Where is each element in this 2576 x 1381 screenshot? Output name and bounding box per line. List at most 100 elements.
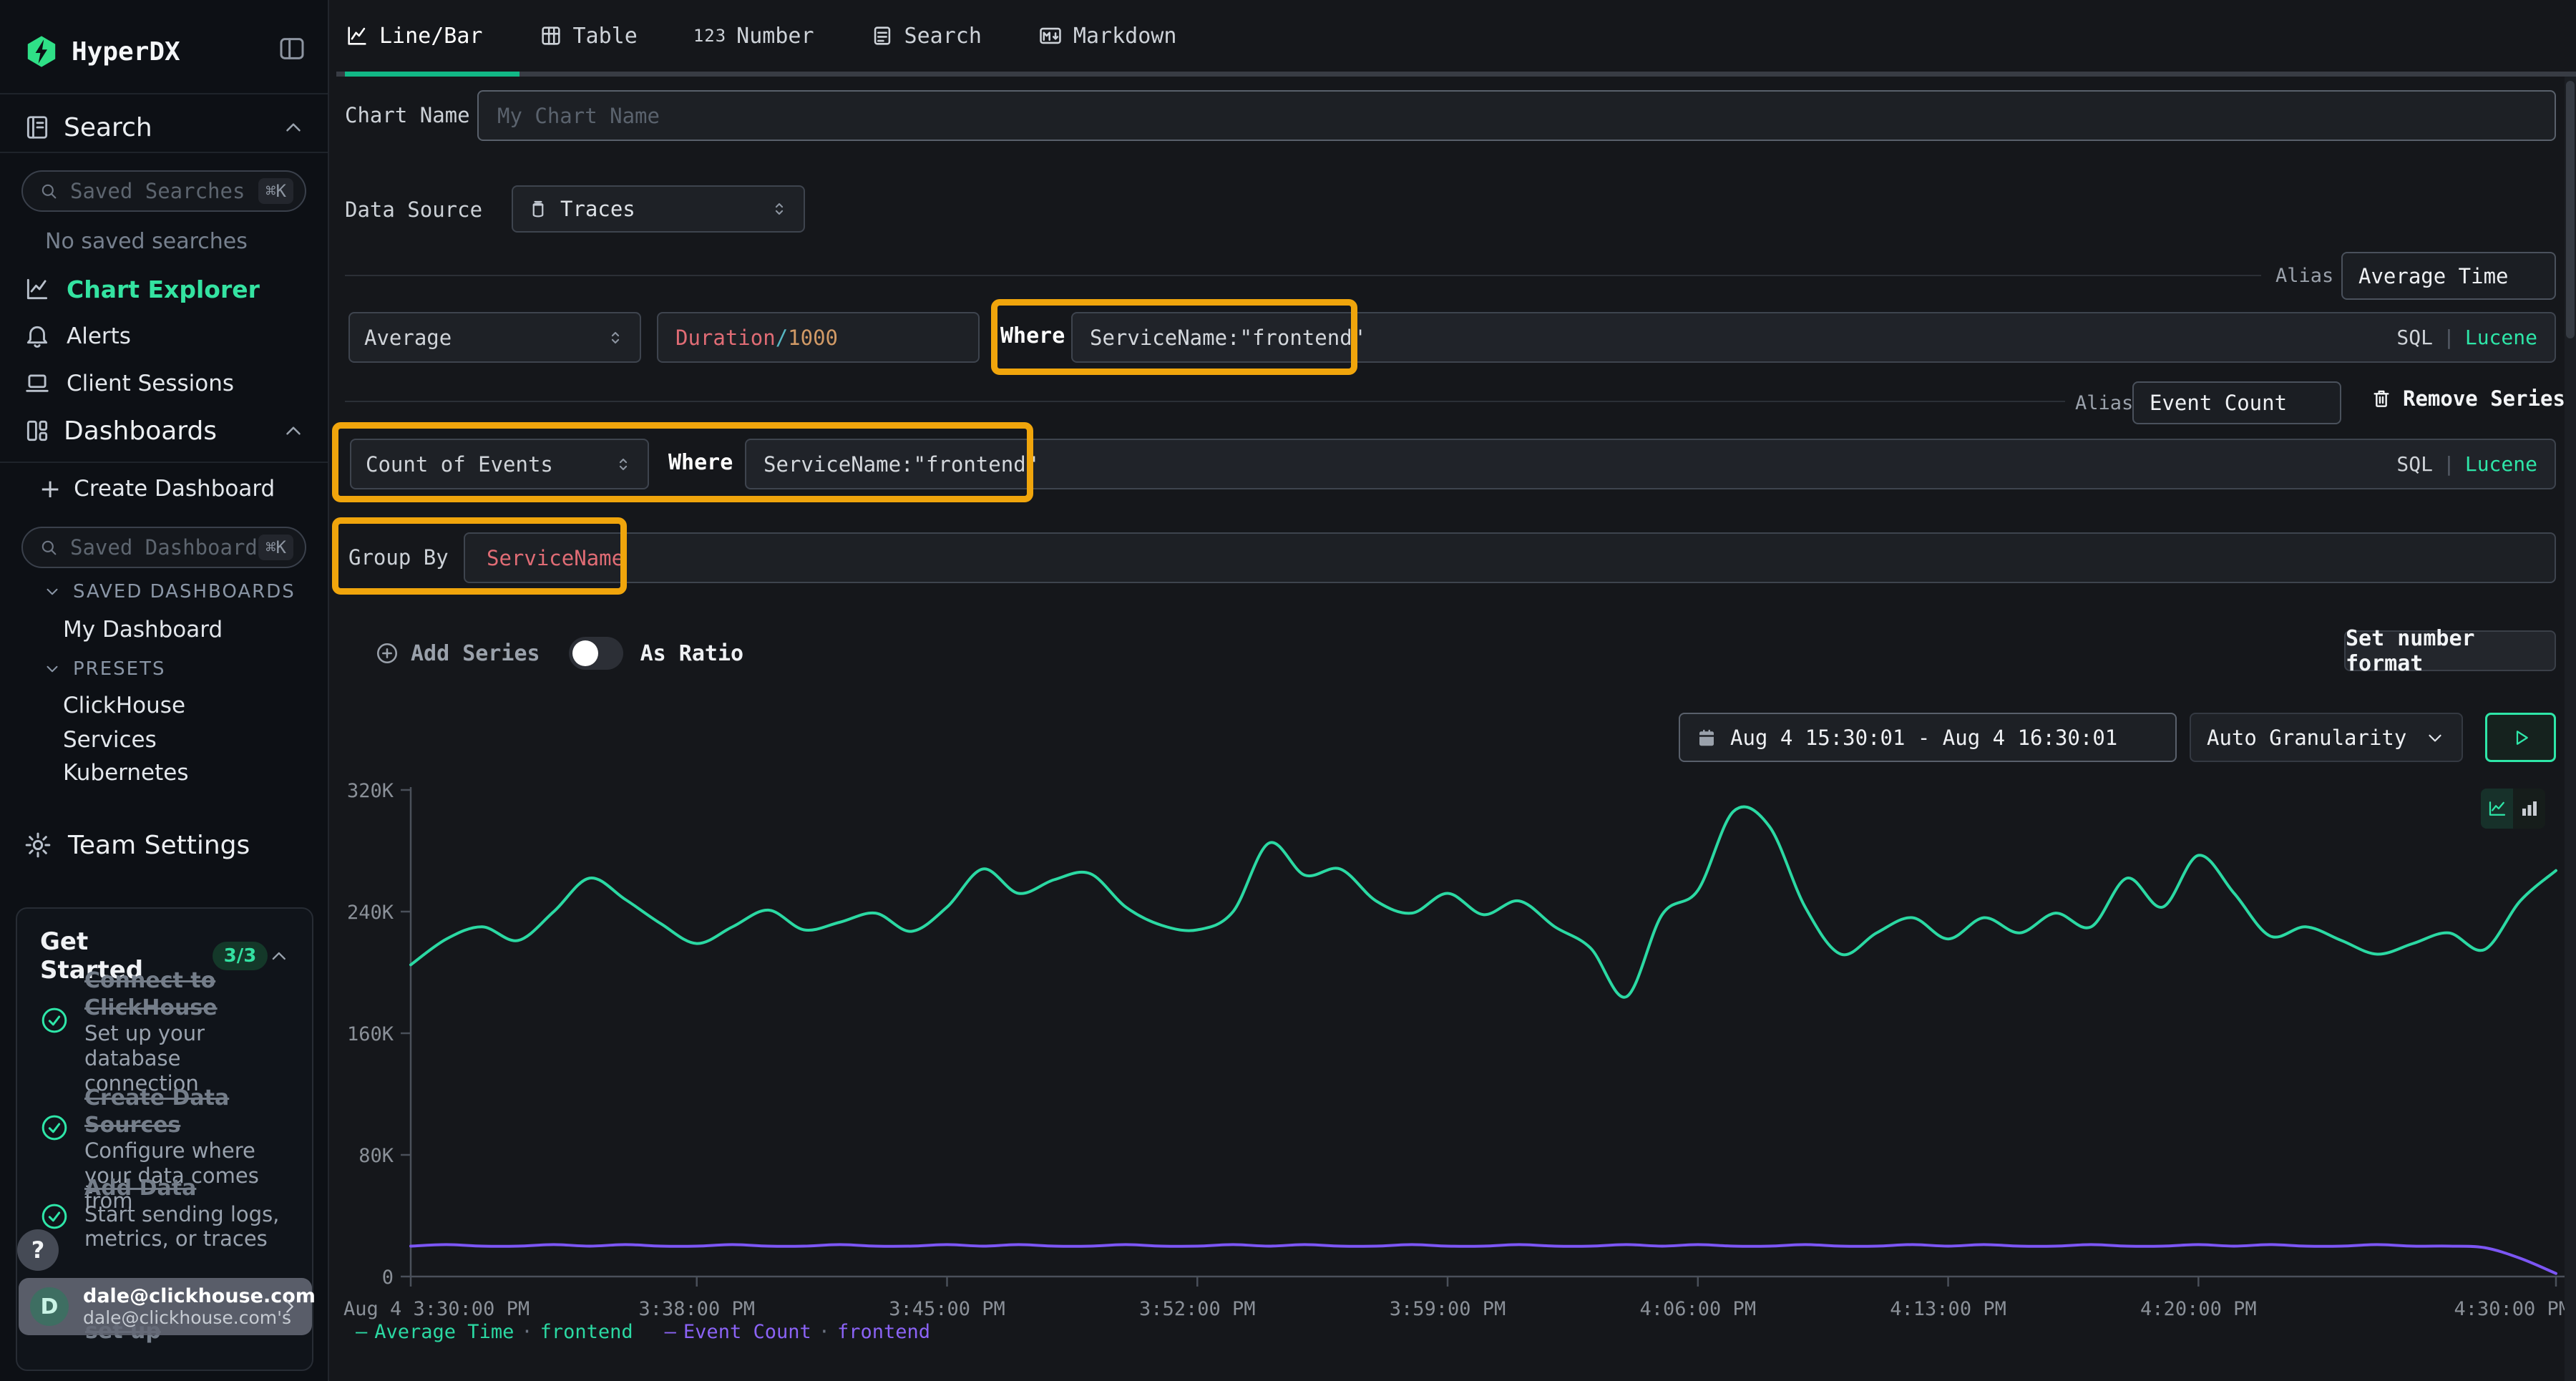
no-saved-searches-text: No saved searches <box>45 229 248 254</box>
svg-text:4:20:00 PM: 4:20:00 PM <box>2140 1298 2257 1320</box>
plus-icon: + <box>39 474 61 504</box>
sidebar-item-client-sessions[interactable]: Client Sessions <box>24 365 234 402</box>
set-number-format-label: Set number format <box>2346 626 2555 676</box>
sidebar-item-my-dashboard[interactable]: My Dashboard <box>63 617 223 643</box>
scrollbar-thumb[interactable] <box>2566 81 2575 338</box>
legend-dash: — <box>665 1321 676 1343</box>
bell-icon <box>24 323 51 350</box>
markdown-icon <box>1038 24 1063 48</box>
tab-label: Search <box>904 24 982 49</box>
sidebar-item-label: Chart Explorer <box>67 275 260 303</box>
legend-item-average-time[interactable]: — Average Time · frontend <box>356 1321 633 1343</box>
data-source-select[interactable]: Traces <box>512 185 805 233</box>
dashboards-icon <box>24 417 51 444</box>
sql-option[interactable]: SQL <box>2396 326 2433 349</box>
legend-separator: · <box>521 1321 532 1343</box>
sql-option[interactable]: SQL <box>2396 452 2433 476</box>
chevron-down-icon <box>43 582 62 601</box>
get-started-item-desc: Start sending logs, metrics, or traces <box>84 1202 292 1252</box>
sidebar-item-clickhouse[interactable]: ClickHouse <box>63 693 185 718</box>
legend-group: frontend <box>837 1321 930 1343</box>
scrollbar[interactable] <box>2565 77 2576 1381</box>
pipe-divider: | <box>2443 452 2455 476</box>
saved-searches-input[interactable] <box>69 178 258 204</box>
sidebar-item-label: Team Settings <box>68 831 250 860</box>
saved-searches-search[interactable]: ⌘K <box>21 170 306 212</box>
series2-aggregation-select[interactable]: Count of Events <box>350 439 649 489</box>
run-query-button[interactable] <box>2485 713 2556 762</box>
svg-text:4:06:00 PM: 4:06:00 PM <box>1640 1298 1757 1320</box>
group-by-field[interactable]: ServiceName <box>464 532 2556 583</box>
sidebar-item-kubernetes[interactable]: Kubernetes <box>63 760 188 786</box>
lucene-option[interactable]: Lucene <box>2465 326 2537 349</box>
svg-text:3:59:00 PM: 3:59:00 PM <box>1390 1298 1506 1320</box>
get-started-item-add-data[interactable]: Add Data Start sending logs, metrics, or… <box>40 1175 292 1251</box>
sidebar-item-alerts[interactable]: Alerts <box>24 318 131 355</box>
svg-text:4:13:00 PM: 4:13:00 PM <box>1890 1298 2006 1320</box>
sidebar-section-search[interactable]: Search <box>24 107 306 147</box>
chart-name-field[interactable]: My Chart Name <box>477 90 2556 141</box>
tab-search[interactable]: Search <box>870 24 982 49</box>
tab-number[interactable]: 123 Number <box>693 24 814 49</box>
journal-icon <box>24 113 51 142</box>
series2-alias-value: Event Count <box>2150 391 2287 415</box>
series1-agg-value: Average <box>364 326 452 350</box>
user-menu[interactable]: D dale@clickhouse.com dale@clickhouse.co… <box>19 1278 312 1335</box>
select-chevrons-icon <box>605 327 625 348</box>
laptop-icon <box>24 370 51 397</box>
bar-chart-type-button[interactable] <box>2513 789 2545 829</box>
saved-dashboards-group[interactable]: SAVED DASHBOARDS <box>43 581 296 602</box>
hyperdx-logo-icon <box>24 34 59 69</box>
sidebar-section-dashboards[interactable]: Dashboards <box>24 411 306 451</box>
chevron-up-icon <box>268 945 291 967</box>
chevron-down-icon <box>43 660 62 678</box>
add-series-button[interactable]: Add Series <box>375 641 540 666</box>
tab-line-bar[interactable]: Line/Bar <box>345 24 483 49</box>
granularity-select[interactable]: Auto Granularity <box>2190 713 2463 762</box>
svg-text:320K: 320K <box>347 780 394 802</box>
tab-table[interactable]: Table <box>539 24 638 49</box>
series1-where-field[interactable]: ServiceName:"frontend" SQL | Lucene <box>1071 312 2556 363</box>
series-controls: Add Series As Ratio <box>375 635 743 671</box>
timeseries-chart[interactable]: 080K160K240K320KAug 4 3:30:00 PM3:38:00 … <box>329 773 2576 1338</box>
series2-alias-field[interactable]: Event Count <box>2132 381 2341 424</box>
series1-aggregation-select[interactable]: Average <box>348 312 641 363</box>
line-chart-icon <box>345 24 369 48</box>
tab-label: Markdown <box>1073 24 1177 49</box>
sidebar-item-team-settings[interactable]: Team Settings <box>24 824 250 866</box>
series2-where-label: Where <box>668 450 733 475</box>
series1-field-expression[interactable]: Duration/1000 <box>657 312 980 363</box>
as-ratio-toggle[interactable] <box>569 637 623 670</box>
check-circle-icon <box>40 1202 69 1231</box>
line-chart-type-button[interactable] <box>2481 789 2513 829</box>
tab-markdown[interactable]: Markdown <box>1038 24 1177 49</box>
alias-label: Alias <box>2075 392 2133 414</box>
query-language-switch: SQL | Lucene <box>2396 326 2537 349</box>
chevron-up-icon <box>281 419 306 443</box>
create-dashboard-label: Create Dashboard <box>74 476 275 502</box>
select-chevrons-icon <box>613 454 633 475</box>
sidebar-item-label: Alerts <box>67 323 131 349</box>
lucene-option[interactable]: Lucene <box>2465 452 2537 476</box>
series2-where-field[interactable]: ServiceName:"frontend" SQL | Lucene <box>745 439 2556 489</box>
group-by-label: Group By <box>348 545 449 570</box>
help-button[interactable]: ? <box>17 1229 59 1271</box>
collapse-sidebar-button[interactable] <box>278 33 306 67</box>
presets-group[interactable]: PRESETS <box>43 658 166 680</box>
saved-dashboards-search[interactable]: ⌘K <box>21 527 306 568</box>
date-range-picker[interactable]: Aug 4 15:30:01 - Aug 4 16:30:01 <box>1679 713 2177 762</box>
chart-type-switch <box>2481 789 2545 829</box>
create-dashboard-button[interactable]: + Create Dashboard <box>39 471 275 507</box>
chart-line-icon <box>24 275 51 303</box>
brand[interactable]: HyperDX <box>24 31 180 72</box>
sidebar-item-services[interactable]: Services <box>63 727 157 753</box>
remove-series-button[interactable]: Remove Series <box>2370 386 2565 411</box>
group-by-value: ServiceName <box>487 546 624 570</box>
active-tab-underline <box>345 72 519 77</box>
get-started-item-connect[interactable]: Connect to ClickHouse Set up your databa… <box>40 967 292 1095</box>
series1-alias-field[interactable]: Average Time <box>2341 252 2556 300</box>
saved-dashboards-input[interactable] <box>69 535 258 560</box>
legend-item-event-count[interactable]: — Event Count · frontend <box>665 1321 930 1343</box>
set-number-format-button[interactable]: Set number format <box>2344 630 2556 671</box>
sidebar-item-chart-explorer[interactable]: Chart Explorer <box>24 269 260 309</box>
